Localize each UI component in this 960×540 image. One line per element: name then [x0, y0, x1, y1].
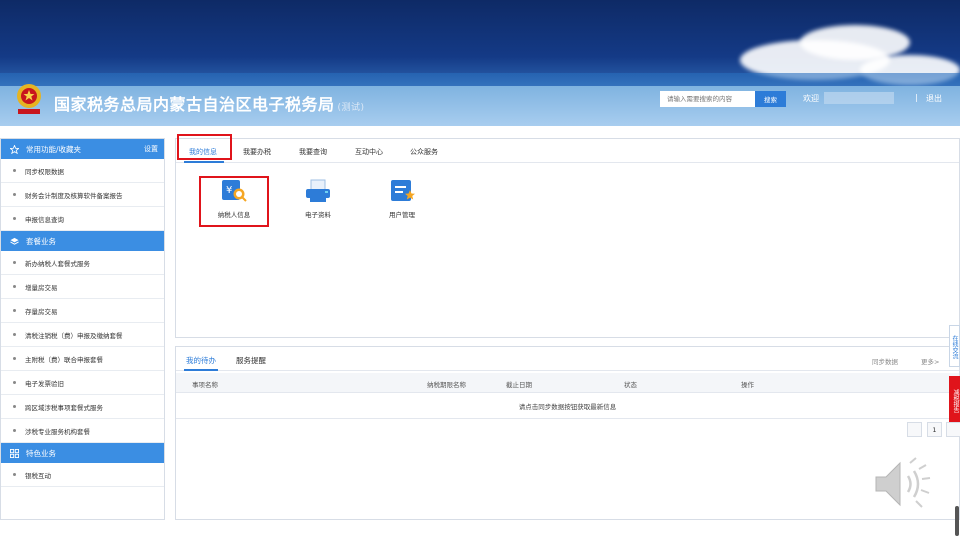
pagination-next[interactable]: [946, 422, 960, 437]
column-header: 操作: [741, 381, 754, 389]
bullet-icon: [13, 473, 16, 476]
welcome-label: 欢迎: [803, 94, 819, 103]
bullet-icon: [13, 429, 16, 432]
tile-user-management[interactable]: 用户管理: [372, 179, 432, 219]
electronic-docs-icon: [304, 179, 332, 203]
sidebar-item[interactable]: 增量房交易: [1, 275, 164, 299]
todo-panel: 我的待办 服务提醒 同步数据 更多> 事项名称 纳税期限名称 截止日期 状态 操…: [175, 346, 960, 520]
main-tabs: 我的信息 我要办税 我要查询 互动中心 公众服务: [176, 139, 959, 163]
bullet-icon: [13, 217, 16, 220]
scrollbar-thumb[interactable]: [955, 506, 959, 536]
bullet-icon: [13, 285, 16, 288]
bullet-icon: [13, 405, 16, 408]
sync-data-button[interactable]: 同步数据: [872, 356, 898, 366]
bullet-icon: [13, 261, 16, 264]
active-tab-indicator: [184, 369, 218, 371]
logout-link[interactable]: 退出: [926, 93, 942, 104]
more-link[interactable]: 更多>: [921, 356, 939, 366]
search-input[interactable]: [660, 91, 755, 107]
todo-table-header: 事项名称 纳税期限名称 截止日期 状态 操作: [176, 373, 959, 393]
sidebar-item[interactable]: 主附税（费）联合申报套餐: [1, 347, 164, 371]
column-header: 状态: [624, 381, 637, 389]
sidebar-item[interactable]: 存量房交易: [1, 299, 164, 323]
tile-label: 电子资料: [305, 211, 331, 219]
tab-tax-handling[interactable]: 我要办税: [243, 147, 271, 157]
search-button[interactable]: 搜索: [755, 91, 786, 107]
highlight-box-tab: [177, 134, 232, 160]
user-management-icon: [388, 179, 416, 203]
tab-public-service[interactable]: 公众服务: [410, 147, 438, 157]
star-icon: [9, 144, 19, 154]
page: 国家税务总局内蒙古自治区电子税务局(测试) 搜索 欢迎 | 退出 常用功能/收藏…: [0, 0, 960, 540]
sidebar-section-title: 套餐业务: [26, 236, 56, 246]
bullet-icon: [13, 381, 16, 384]
sidebar-section-title: 特色业务: [26, 448, 56, 458]
active-tab-indicator: [184, 161, 224, 163]
bullet-icon: [13, 309, 16, 312]
tab-service-reminder[interactable]: 服务提醒: [236, 355, 266, 366]
tab-my-todo[interactable]: 我的待办: [186, 355, 216, 366]
tile-electronic-docs[interactable]: 电子资料: [288, 179, 348, 219]
grid-icon: [9, 448, 19, 458]
sidebar-item[interactable]: 涉税专业服务机构套餐: [1, 419, 164, 443]
pagination-page[interactable]: 1: [927, 422, 942, 437]
site-title: 国家税务总局内蒙古自治区电子税务局 (测试): [54, 95, 365, 114]
online-chat-float[interactable]: 在线交流: [949, 325, 960, 367]
sidebar-item[interactable]: 申报信息查询: [1, 207, 164, 231]
column-header: 纳税期限名称: [427, 381, 466, 389]
main-panel: 我的信息 我要办税 我要查询 互动中心 公众服务 ¥ 纳税人信息 电子资料 用户…: [175, 138, 960, 338]
pagination-prev[interactable]: [907, 422, 922, 437]
sidebar-settings-link[interactable]: 设置: [144, 144, 158, 154]
header-separator: |: [915, 93, 918, 102]
sidebar-item[interactable]: 清税注销税（费）申报及缴纳套餐: [1, 323, 164, 347]
empty-table-message: 请点击同步数据按钮获取最新信息: [176, 395, 959, 419]
sidebar-item[interactable]: 财务会计制度及核算软件备案报告: [1, 183, 164, 207]
sidebar-item[interactable]: 跨区域涉税事项套餐式服务: [1, 395, 164, 419]
sidebar: 常用功能/收藏夹 设置 同步权限数据 财务会计制度及核算软件备案报告 申报信息查…: [0, 138, 165, 520]
todo-tabs: 我的待办 服务提醒 同步数据 更多>: [176, 347, 959, 371]
speaker-icon: [875, 457, 931, 508]
stack-icon: [9, 236, 19, 246]
username-redacted: [824, 92, 894, 104]
sidebar-section-featured[interactable]: 特色业务: [1, 443, 164, 463]
bullet-icon: [13, 333, 16, 336]
bullet-icon: [13, 357, 16, 360]
tab-interaction-center[interactable]: 互动中心: [355, 147, 383, 157]
sidebar-item[interactable]: 电子发票验旧: [1, 371, 164, 395]
sidebar-section-packages[interactable]: 套餐业务: [1, 231, 164, 251]
bullet-icon: [13, 169, 16, 172]
tab-query[interactable]: 我要查询: [299, 147, 327, 157]
column-header: 截止日期: [506, 381, 532, 389]
column-header: 事项名称: [192, 381, 218, 389]
sidebar-item[interactable]: 银税互动: [1, 463, 164, 487]
tax-emblem-logo: [17, 84, 41, 114]
sidebar-item[interactable]: 同步权限数据: [1, 159, 164, 183]
bullet-icon: [13, 193, 16, 196]
sidebar-section-title: 常用功能/收藏夹: [26, 144, 82, 154]
tax-report-float[interactable]: 减税报告: [949, 376, 960, 422]
highlight-box-tile: [199, 176, 269, 227]
tile-label: 用户管理: [389, 211, 415, 219]
sidebar-section-favorites[interactable]: 常用功能/收藏夹 设置: [1, 139, 164, 159]
sidebar-item[interactable]: 新办纳税人套餐式服务: [1, 251, 164, 275]
